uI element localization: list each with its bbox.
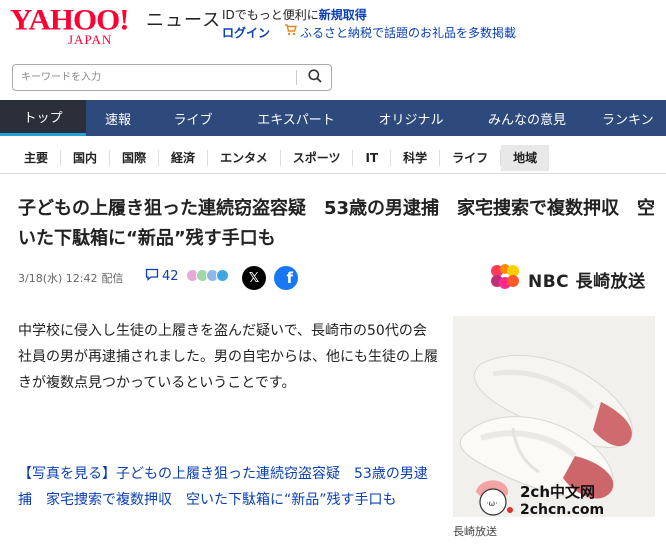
promo-signup: IDでもっと便利に新規取得 [222, 6, 367, 23]
article-meta: 3/18(水) 12:42 配信 [18, 270, 123, 286]
search-input[interactable] [13, 65, 295, 90]
category-nav: 主要 国内 国際 経済 エンタメ スポーツ IT 科学 ライフ 地域 [0, 142, 666, 174]
main-nav: トップ 速報 ライブ エキスパート オリジナル みんなの意見 ランキン [0, 100, 666, 136]
furusato-promo-link[interactable]: ふるさと納税で話題のお礼品を多数掲載 [300, 24, 516, 41]
category-entertainment[interactable]: エンタメ [208, 149, 281, 166]
publisher-name: NBC 長崎放送 [528, 271, 646, 292]
nav-tab-original[interactable]: オリジナル [356, 100, 466, 136]
promo-signup-text: IDでもっと便利に [222, 8, 319, 22]
delivery-label: 配信 [101, 272, 124, 285]
yahoo-japan-logo[interactable]: YAHOO! JAPAN [10, 2, 130, 47]
watermark-line1: 2ch中文网 [520, 482, 596, 501]
watermark-mascot-icon: ·ω· [470, 474, 516, 524]
search-divider [296, 70, 297, 85]
category-local[interactable]: 地域 [501, 144, 550, 171]
site-header: YAHOO! JAPAN ニュース IDでもっと便利に新規取得 ログイン ふるさ… [0, 0, 666, 56]
nav-tab-ranking[interactable]: ランキン [588, 100, 666, 136]
login-link[interactable]: ログイン [222, 24, 270, 41]
category-international[interactable]: 国際 [110, 149, 160, 166]
article-headline: 子どもの上履き狙った連続窃盗容疑 53歳の男逮捕 家宅捜索で複数押収 空いた下駄… [18, 198, 656, 249]
category-sports[interactable]: スポーツ [281, 149, 354, 166]
share-x-button[interactable]: 𝕏 [242, 266, 266, 290]
reaction-icons[interactable] [186, 269, 229, 282]
category-it[interactable]: IT [353, 149, 392, 166]
comment-icon [145, 268, 159, 285]
comment-count: 42 [162, 269, 179, 284]
watermark: ·ω· 2ch中文网 2chcn.com [470, 474, 604, 524]
category-science[interactable]: 科学 [391, 149, 441, 166]
category-main[interactable]: 主要 [12, 149, 62, 166]
category-life[interactable]: ライフ [440, 149, 502, 166]
nav-tab-live[interactable]: ライブ [150, 100, 236, 136]
category-domestic[interactable]: 国内 [61, 149, 111, 166]
logo-text: YAHOO! [10, 2, 130, 37]
watermark-line2: 2chcn.com [520, 501, 605, 518]
search-icon [308, 68, 322, 87]
nav-tab-breaking[interactable]: 速報 [86, 100, 150, 136]
svg-text:·ω·: ·ω· [486, 499, 498, 508]
cart-icon [284, 24, 297, 39]
facebook-logo-icon: f [286, 269, 293, 287]
search-box [12, 64, 332, 91]
signup-link[interactable]: 新規取得 [319, 8, 367, 22]
article-body: 中学校に侵入し生徒の上履きを盗んだ疑いで、長崎市の50代の会社員の男が再逮捕され… [18, 323, 438, 391]
nav-tab-opinions[interactable]: みんなの意見 [466, 100, 588, 136]
nav-tab-top[interactable]: トップ [0, 100, 86, 136]
photo-link[interactable]: 【写真を見る】子どもの上履き狙った連続窃盗容疑 53歳の男逮捕 家宅捜索で複数押… [18, 461, 438, 513]
search-button[interactable] [299, 65, 331, 90]
share-facebook-button[interactable]: f [274, 266, 298, 290]
nav-tab-expert[interactable]: エキスパート [236, 100, 356, 136]
category-economy[interactable]: 経済 [159, 149, 209, 166]
reaction-emoji-icon [216, 269, 229, 282]
x-logo-icon: 𝕏 [248, 270, 260, 286]
logo-sub-text: JAPAN [68, 32, 113, 47]
publisher-link[interactable]: NBC 長崎放送 [490, 264, 646, 294]
nbc-peacock-icon [490, 264, 520, 294]
comments-link[interactable]: 42 [145, 268, 179, 285]
photo-caption: 長崎放送 [453, 525, 497, 538]
article-date: 3/18(水) 12:42 [18, 272, 98, 285]
section-title[interactable]: ニュース [146, 6, 221, 32]
